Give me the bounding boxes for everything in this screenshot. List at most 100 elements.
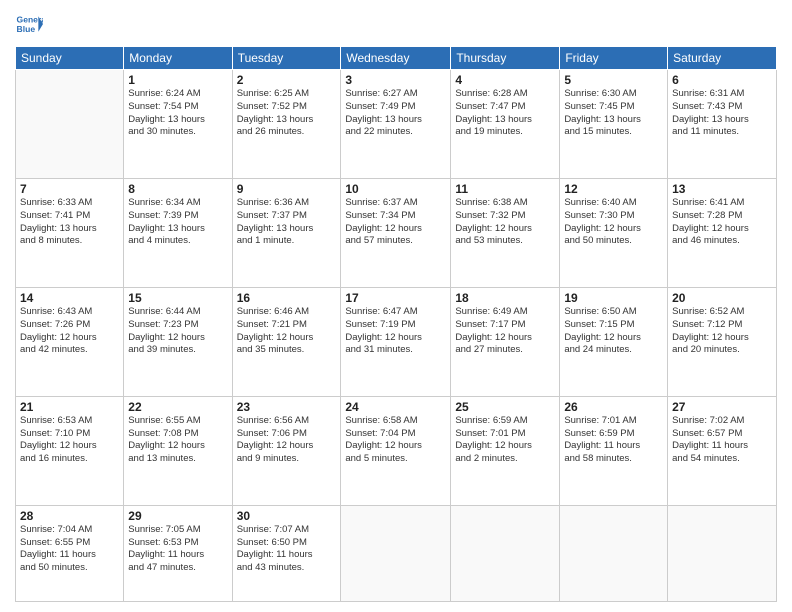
day-number: 10 bbox=[345, 182, 446, 196]
calendar-cell: 5Sunrise: 6:30 AM Sunset: 7:45 PM Daylig… bbox=[560, 70, 668, 179]
day-info: Sunrise: 6:28 AM Sunset: 7:47 PM Dayligh… bbox=[455, 88, 555, 139]
day-number: 11 bbox=[455, 182, 555, 196]
day-number: 28 bbox=[20, 509, 119, 523]
day-number: 9 bbox=[237, 182, 337, 196]
svg-text:Blue: Blue bbox=[17, 24, 36, 34]
calendar-cell: 25Sunrise: 6:59 AM Sunset: 7:01 PM Dayli… bbox=[451, 396, 560, 505]
calendar-cell: 10Sunrise: 6:37 AM Sunset: 7:34 PM Dayli… bbox=[341, 178, 451, 287]
calendar-cell: 23Sunrise: 6:56 AM Sunset: 7:06 PM Dayli… bbox=[232, 396, 341, 505]
week-row-5: 28Sunrise: 7:04 AM Sunset: 6:55 PM Dayli… bbox=[16, 505, 777, 601]
day-number: 8 bbox=[128, 182, 227, 196]
day-info: Sunrise: 7:01 AM Sunset: 6:59 PM Dayligh… bbox=[564, 415, 663, 466]
day-info: Sunrise: 6:49 AM Sunset: 7:17 PM Dayligh… bbox=[455, 306, 555, 357]
day-info: Sunrise: 7:07 AM Sunset: 6:50 PM Dayligh… bbox=[237, 524, 337, 575]
day-number: 20 bbox=[672, 291, 772, 305]
calendar-cell: 8Sunrise: 6:34 AM Sunset: 7:39 PM Daylig… bbox=[124, 178, 232, 287]
day-info: Sunrise: 6:58 AM Sunset: 7:04 PM Dayligh… bbox=[345, 415, 446, 466]
day-info: Sunrise: 6:31 AM Sunset: 7:43 PM Dayligh… bbox=[672, 88, 772, 139]
weekday-friday: Friday bbox=[560, 47, 668, 70]
day-number: 22 bbox=[128, 400, 227, 414]
calendar-cell: 21Sunrise: 6:53 AM Sunset: 7:10 PM Dayli… bbox=[16, 396, 124, 505]
day-number: 24 bbox=[345, 400, 446, 414]
calendar-cell: 29Sunrise: 7:05 AM Sunset: 6:53 PM Dayli… bbox=[124, 505, 232, 601]
weekday-tuesday: Tuesday bbox=[232, 47, 341, 70]
calendar-cell: 30Sunrise: 7:07 AM Sunset: 6:50 PM Dayli… bbox=[232, 505, 341, 601]
weekday-header-row: SundayMondayTuesdayWednesdayThursdayFrid… bbox=[16, 47, 777, 70]
calendar-cell: 27Sunrise: 7:02 AM Sunset: 6:57 PM Dayli… bbox=[668, 396, 777, 505]
day-number: 21 bbox=[20, 400, 119, 414]
day-info: Sunrise: 6:24 AM Sunset: 7:54 PM Dayligh… bbox=[128, 88, 227, 139]
calendar-cell: 3Sunrise: 6:27 AM Sunset: 7:49 PM Daylig… bbox=[341, 70, 451, 179]
week-row-1: 1Sunrise: 6:24 AM Sunset: 7:54 PM Daylig… bbox=[16, 70, 777, 179]
day-info: Sunrise: 6:33 AM Sunset: 7:41 PM Dayligh… bbox=[20, 197, 119, 248]
day-info: Sunrise: 6:55 AM Sunset: 7:08 PM Dayligh… bbox=[128, 415, 227, 466]
day-number: 3 bbox=[345, 73, 446, 87]
calendar-cell bbox=[668, 505, 777, 601]
calendar-body: 1Sunrise: 6:24 AM Sunset: 7:54 PM Daylig… bbox=[16, 70, 777, 602]
calendar-cell: 19Sunrise: 6:50 AM Sunset: 7:15 PM Dayli… bbox=[560, 287, 668, 396]
week-row-4: 21Sunrise: 6:53 AM Sunset: 7:10 PM Dayli… bbox=[16, 396, 777, 505]
day-info: Sunrise: 6:36 AM Sunset: 7:37 PM Dayligh… bbox=[237, 197, 337, 248]
day-info: Sunrise: 6:34 AM Sunset: 7:39 PM Dayligh… bbox=[128, 197, 227, 248]
weekday-thursday: Thursday bbox=[451, 47, 560, 70]
day-number: 12 bbox=[564, 182, 663, 196]
day-info: Sunrise: 6:25 AM Sunset: 7:52 PM Dayligh… bbox=[237, 88, 337, 139]
day-number: 2 bbox=[237, 73, 337, 87]
day-number: 19 bbox=[564, 291, 663, 305]
day-info: Sunrise: 6:38 AM Sunset: 7:32 PM Dayligh… bbox=[455, 197, 555, 248]
week-row-3: 14Sunrise: 6:43 AM Sunset: 7:26 PM Dayli… bbox=[16, 287, 777, 396]
calendar-cell: 18Sunrise: 6:49 AM Sunset: 7:17 PM Dayli… bbox=[451, 287, 560, 396]
day-info: Sunrise: 6:59 AM Sunset: 7:01 PM Dayligh… bbox=[455, 415, 555, 466]
weekday-sunday: Sunday bbox=[16, 47, 124, 70]
calendar-cell: 13Sunrise: 6:41 AM Sunset: 7:28 PM Dayli… bbox=[668, 178, 777, 287]
logo: General Blue bbox=[15, 10, 43, 38]
day-number: 6 bbox=[672, 73, 772, 87]
calendar-table: SundayMondayTuesdayWednesdayThursdayFrid… bbox=[15, 46, 777, 602]
page-header: General Blue bbox=[15, 10, 777, 38]
day-info: Sunrise: 6:37 AM Sunset: 7:34 PM Dayligh… bbox=[345, 197, 446, 248]
calendar-cell: 1Sunrise: 6:24 AM Sunset: 7:54 PM Daylig… bbox=[124, 70, 232, 179]
week-row-2: 7Sunrise: 6:33 AM Sunset: 7:41 PM Daylig… bbox=[16, 178, 777, 287]
day-info: Sunrise: 7:02 AM Sunset: 6:57 PM Dayligh… bbox=[672, 415, 772, 466]
day-number: 4 bbox=[455, 73, 555, 87]
day-number: 25 bbox=[455, 400, 555, 414]
day-number: 16 bbox=[237, 291, 337, 305]
logo-icon: General Blue bbox=[15, 10, 43, 38]
day-info: Sunrise: 6:43 AM Sunset: 7:26 PM Dayligh… bbox=[20, 306, 119, 357]
weekday-monday: Monday bbox=[124, 47, 232, 70]
day-info: Sunrise: 6:56 AM Sunset: 7:06 PM Dayligh… bbox=[237, 415, 337, 466]
day-number: 30 bbox=[237, 509, 337, 523]
day-info: Sunrise: 6:41 AM Sunset: 7:28 PM Dayligh… bbox=[672, 197, 772, 248]
day-info: Sunrise: 6:53 AM Sunset: 7:10 PM Dayligh… bbox=[20, 415, 119, 466]
day-number: 14 bbox=[20, 291, 119, 305]
day-info: Sunrise: 6:52 AM Sunset: 7:12 PM Dayligh… bbox=[672, 306, 772, 357]
calendar-cell bbox=[451, 505, 560, 601]
day-info: Sunrise: 6:46 AM Sunset: 7:21 PM Dayligh… bbox=[237, 306, 337, 357]
day-number: 23 bbox=[237, 400, 337, 414]
calendar-cell: 2Sunrise: 6:25 AM Sunset: 7:52 PM Daylig… bbox=[232, 70, 341, 179]
day-info: Sunrise: 7:04 AM Sunset: 6:55 PM Dayligh… bbox=[20, 524, 119, 575]
day-number: 5 bbox=[564, 73, 663, 87]
day-number: 18 bbox=[455, 291, 555, 305]
day-number: 27 bbox=[672, 400, 772, 414]
day-info: Sunrise: 6:47 AM Sunset: 7:19 PM Dayligh… bbox=[345, 306, 446, 357]
calendar-cell: 14Sunrise: 6:43 AM Sunset: 7:26 PM Dayli… bbox=[16, 287, 124, 396]
day-info: Sunrise: 6:50 AM Sunset: 7:15 PM Dayligh… bbox=[564, 306, 663, 357]
calendar-cell bbox=[341, 505, 451, 601]
day-number: 15 bbox=[128, 291, 227, 305]
calendar-cell: 12Sunrise: 6:40 AM Sunset: 7:30 PM Dayli… bbox=[560, 178, 668, 287]
day-info: Sunrise: 6:40 AM Sunset: 7:30 PM Dayligh… bbox=[564, 197, 663, 248]
day-number: 26 bbox=[564, 400, 663, 414]
day-info: Sunrise: 6:27 AM Sunset: 7:49 PM Dayligh… bbox=[345, 88, 446, 139]
calendar-cell: 26Sunrise: 7:01 AM Sunset: 6:59 PM Dayli… bbox=[560, 396, 668, 505]
day-number: 17 bbox=[345, 291, 446, 305]
calendar-cell: 16Sunrise: 6:46 AM Sunset: 7:21 PM Dayli… bbox=[232, 287, 341, 396]
day-number: 29 bbox=[128, 509, 227, 523]
weekday-saturday: Saturday bbox=[668, 47, 777, 70]
calendar-cell bbox=[560, 505, 668, 601]
weekday-wednesday: Wednesday bbox=[341, 47, 451, 70]
day-number: 7 bbox=[20, 182, 119, 196]
calendar-cell: 11Sunrise: 6:38 AM Sunset: 7:32 PM Dayli… bbox=[451, 178, 560, 287]
day-number: 13 bbox=[672, 182, 772, 196]
calendar-cell bbox=[16, 70, 124, 179]
